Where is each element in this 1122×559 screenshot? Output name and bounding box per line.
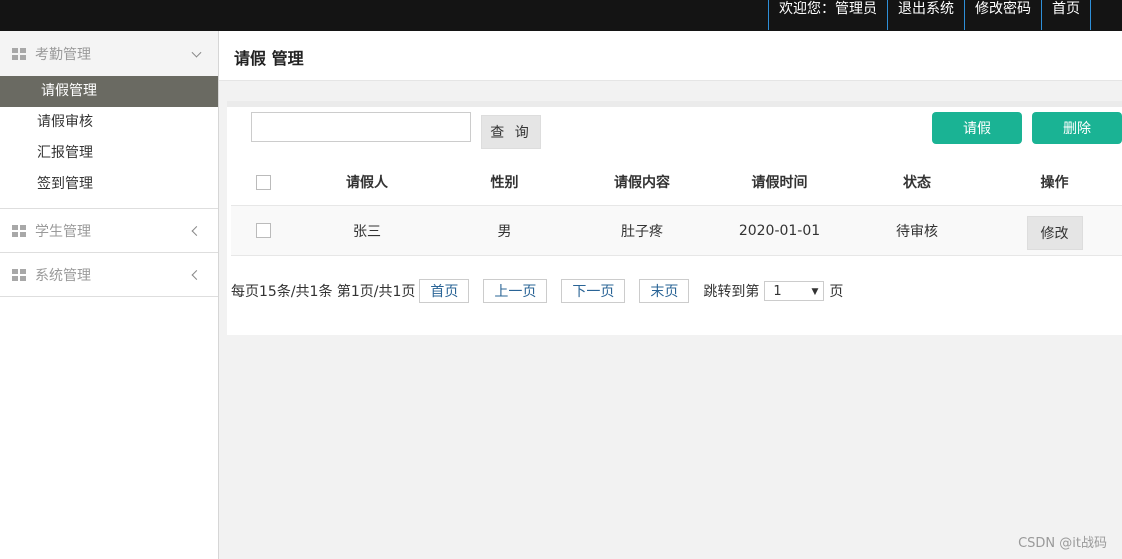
cell-date: 2020-01-01 — [738, 222, 821, 239]
chevron-left-icon — [191, 269, 202, 280]
select-all-checkbox[interactable] — [256, 174, 271, 190]
top-nav: 欢迎您：管理员 退出系统 修改密码 首页 — [768, 0, 1091, 30]
page-select-value: 1 — [773, 283, 782, 299]
jump-suffix-label: 页 — [829, 284, 844, 300]
home-link[interactable]: 首页 — [1041, 0, 1091, 30]
prev-page-button[interactable]: 上一页 — [483, 279, 548, 303]
select-all-cell — [231, 174, 297, 190]
sidebar-group-students[interactable]: 学生管理 — [0, 209, 218, 253]
column-header: 请假时间 — [751, 175, 808, 191]
row-select-cell — [231, 223, 297, 238]
table-row: 张三 男 肚子疼 2020-01-01 待审核 修改 — [231, 205, 1122, 256]
page-header: 请假 管理 — [219, 31, 1122, 81]
cell-content: 肚子疼 — [621, 223, 663, 240]
row-checkbox[interactable] — [256, 223, 271, 238]
delete-button[interactable]: 删除 — [1032, 112, 1122, 144]
cell-action: 修改 — [987, 212, 1122, 250]
page-select[interactable]: 1 ▼ — [764, 281, 825, 301]
cell-name: 张三 — [353, 223, 381, 240]
edit-button[interactable]: 修改 — [1026, 215, 1083, 250]
sidebar-group-label: 系统管理 — [35, 267, 91, 284]
sidebar-group-label: 考勤管理 — [35, 46, 91, 63]
column-header: 请假内容 — [614, 175, 670, 191]
logout-link[interactable]: 退出系统 — [887, 0, 964, 30]
sidebar-item-checkin-management[interactable]: 签到管理 — [0, 169, 218, 200]
leave-table: 请假人 性别 请假内容 请假时间 状态 操作 张三 男 肚子疼 2020-01-… — [231, 159, 1122, 256]
table-header-row: 请假人 性别 请假内容 请假时间 状态 操作 — [231, 159, 1122, 205]
welcome-user-link[interactable]: 欢迎您：管理员 — [768, 0, 887, 30]
chevron-left-icon — [191, 225, 202, 236]
cell-status: 待审核 — [896, 223, 938, 240]
sidebar-group-system[interactable]: 系统管理 — [0, 253, 218, 297]
search-button[interactable]: 查 询 — [481, 115, 541, 149]
column-header: 请假人 — [346, 175, 388, 191]
sidebar-item-report-management[interactable]: 汇报管理 — [0, 138, 218, 169]
pagination-summary: 每页15条/共1条 第1页/共1页 — [231, 284, 416, 300]
pagination: 每页15条/共1条 第1页/共1页 首页 上一页 下一页 末页 跳转到第 1 ▼… — [231, 279, 843, 303]
column-header: 状态 — [903, 175, 931, 191]
sidebar-group-attendance[interactable]: 考勤管理 — [0, 31, 218, 76]
search-input[interactable] — [251, 112, 471, 142]
sidebar: 考勤管理 请假管理 请假审核 汇报管理 签到管理 学生管理 系统管理 — [0, 31, 219, 559]
top-bar: 欢迎您：管理员 退出系统 修改密码 首页 — [0, 0, 1122, 31]
dropdown-arrow-icon: ▼ — [811, 287, 819, 297]
column-header: 性别 — [490, 175, 519, 191]
sidebar-submenu-attendance: 请假管理 请假审核 汇报管理 签到管理 — [0, 76, 218, 209]
jump-prefix-label: 跳转到第 — [703, 284, 760, 300]
sidebar-item-leave-management[interactable]: 请假管理 — [0, 76, 218, 107]
last-page-button[interactable]: 末页 — [639, 279, 690, 303]
sidebar-group-label: 学生管理 — [35, 223, 91, 240]
grid-icon — [12, 47, 26, 60]
sidebar-item-leave-review[interactable]: 请假审核 — [0, 107, 218, 138]
chevron-down-icon — [191, 47, 202, 58]
cell-gender: 男 — [497, 223, 512, 240]
add-leave-button[interactable]: 请假 — [932, 112, 1022, 144]
grid-icon — [12, 268, 26, 281]
watermark: CSDN @it战码 — [1018, 536, 1107, 551]
first-page-button[interactable]: 首页 — [419, 279, 470, 303]
grid-icon — [12, 224, 26, 237]
content-panel: 查 询 请假 删除 请假人 性别 请假内容 请假时间 状态 操作 张三 男 肚子… — [227, 101, 1122, 335]
column-header: 操作 — [1040, 175, 1069, 191]
page-title: 请假 管理 — [234, 49, 304, 68]
next-page-button[interactable]: 下一页 — [561, 279, 626, 303]
change-password-link[interactable]: 修改密码 — [964, 0, 1041, 30]
